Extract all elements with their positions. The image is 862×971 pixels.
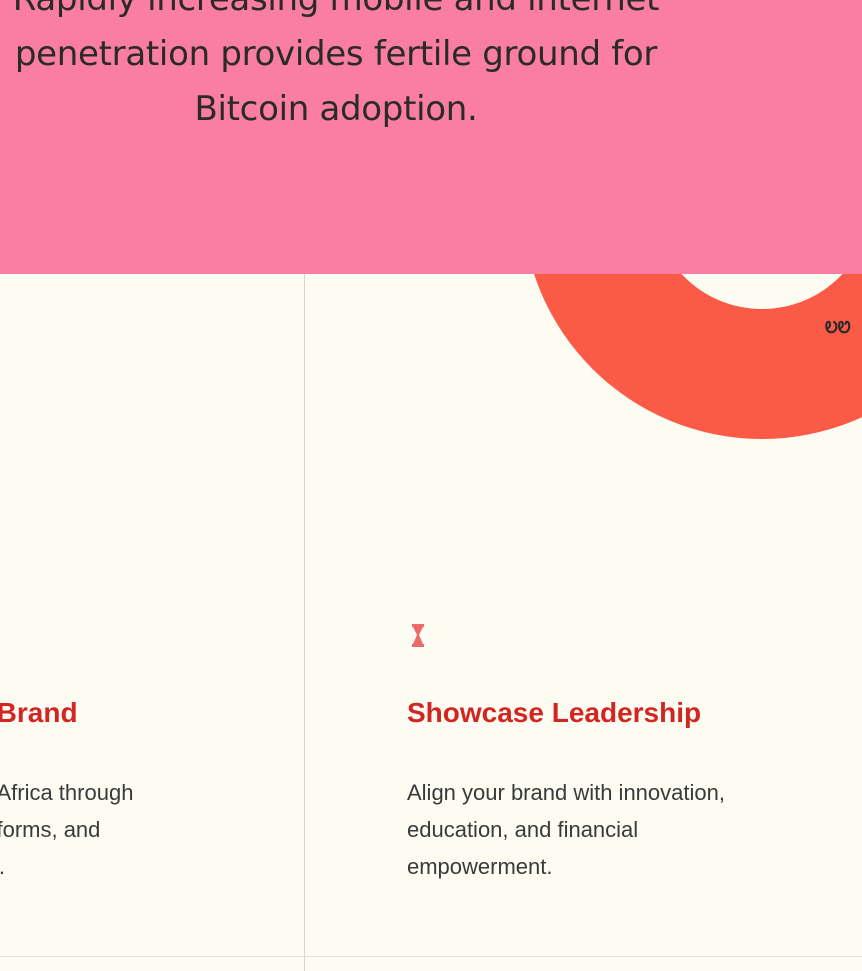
- donut-hole: [652, 274, 862, 309]
- decorative-glyph: ᎧᏬ: [825, 318, 851, 337]
- row-divider: [0, 956, 862, 957]
- card-description-showcase-leadership: Align your brand with innovation, educat…: [407, 780, 725, 879]
- card-title-brand: r Brand: [0, 697, 78, 728]
- stats-banner: Rapidly increasing mobile and internet p…: [0, 0, 862, 274]
- decorative-donut-shape: [522, 274, 862, 439]
- trophy-icon: [409, 622, 427, 650]
- banner-text: Rapidly increasing mobile and internet p…: [13, 0, 660, 129]
- card-description-brand: ross Africa through l platforms, and ram…: [0, 780, 134, 879]
- card-title-showcase-leadership: Showcase Leadership: [407, 697, 702, 728]
- column-divider: [304, 274, 305, 971]
- benefits-grid: ᎧᏬ r Brand ross Africa through l platfor…: [0, 274, 862, 971]
